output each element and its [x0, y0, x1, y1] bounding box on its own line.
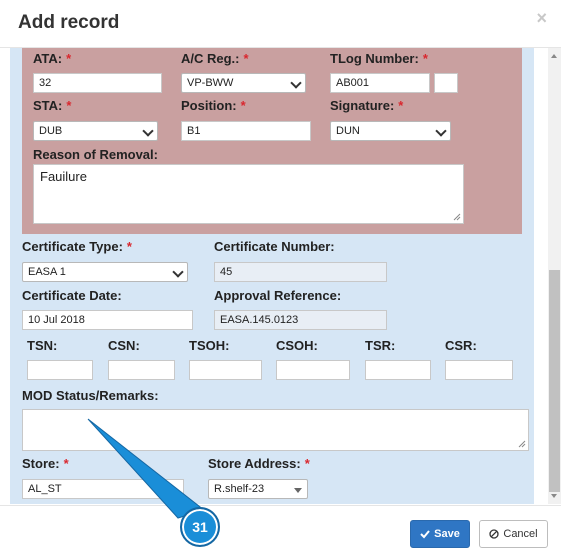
csoh-label: CSOH: — [276, 338, 318, 353]
csn-label: CSN: — [108, 338, 140, 353]
dialog-body: ATA: * 32 A/C Reg.: * VP-BWW TLog Number: *… — [0, 48, 548, 504]
tsr-input[interactable] — [365, 360, 431, 380]
check-icon — [420, 530, 430, 539]
certificate-number-label: Certificate Number: — [214, 239, 335, 254]
position-label: Position: * — [181, 98, 246, 113]
tsn-label: TSN: — [27, 338, 58, 353]
certificate-type-label: Certificate Type: * — [22, 239, 132, 254]
reason-label: Reason of Removal: — [33, 147, 158, 162]
ata-label: ATA: * — [33, 51, 72, 66]
chevron-down-icon — [142, 125, 154, 137]
reason-textarea[interactable]: Fauilure — [33, 164, 464, 224]
resize-grip-icon[interactable] — [518, 440, 526, 448]
scroll-up-icon[interactable] — [551, 54, 557, 58]
csn-input[interactable] — [108, 360, 175, 380]
sta-select[interactable]: DUB — [33, 121, 158, 141]
tsoh-input[interactable] — [189, 360, 262, 380]
step-badge: 31 — [180, 507, 220, 547]
chevron-down-icon — [172, 266, 184, 278]
mod-status-label: MOD Status/Remarks: — [22, 388, 159, 403]
dialog-title: Add record — [18, 12, 120, 33]
tlog-suffix-input[interactable] — [434, 73, 458, 93]
store-address-label: Store Address: * — [208, 456, 310, 471]
store-label: Store: * — [22, 456, 69, 471]
scroll-down-icon[interactable] — [551, 494, 557, 498]
csoh-input[interactable] — [276, 360, 350, 380]
certificate-date-label: Certificate Date: — [22, 288, 122, 303]
chevron-down-icon — [435, 125, 447, 137]
tsn-input[interactable] — [27, 360, 93, 380]
cancel-label: Cancel — [503, 528, 538, 540]
store-input[interactable]: AL_ST — [22, 479, 184, 499]
approval-reference-label: Approval Reference: — [214, 288, 342, 303]
signature-label: Signature: * — [330, 98, 404, 113]
save-button[interactable]: Save — [410, 520, 470, 548]
certificate-type-select[interactable]: EASA 1 — [22, 262, 188, 282]
reason-text: Fauilure — [40, 169, 87, 184]
signature-select[interactable]: DUN — [330, 121, 451, 141]
add-record-dialog: Add record × ATA: * 32 A/C Reg.: * VP-BWW … — [0, 0, 561, 559]
certificate-number-input[interactable]: 45 — [214, 262, 387, 282]
vertical-scrollbar[interactable] — [548, 48, 561, 504]
store-address-select[interactable]: R.shelf-23 — [208, 479, 308, 499]
ac-reg-label: A/C Reg.: * — [181, 51, 249, 66]
approval-reference-input[interactable]: EASA.145.0123 — [214, 310, 387, 330]
save-label: Save — [434, 528, 460, 540]
certificate-date-input[interactable]: 10 Jul 2018 — [22, 310, 193, 330]
ac-reg-select[interactable]: VP-BWW — [181, 73, 306, 93]
mod-status-textarea[interactable] — [22, 409, 529, 451]
tlog-number-input[interactable]: AB001 — [330, 73, 430, 93]
dialog-footer: Save Cancel — [0, 505, 561, 559]
cancel-button[interactable]: Cancel — [479, 520, 548, 548]
tlog-number-label: TLog Number: * — [330, 51, 428, 66]
csr-input[interactable] — [445, 360, 513, 380]
scrollbar-thumb[interactable] — [549, 270, 560, 492]
sta-label: STA: * — [33, 98, 72, 113]
csr-label: CSR: — [445, 338, 477, 353]
chevron-down-icon — [290, 77, 302, 89]
ata-input[interactable]: 32 — [33, 73, 162, 93]
tsr-label: TSR: — [365, 338, 396, 353]
close-icon[interactable]: × — [536, 8, 547, 29]
tsoh-label: TSOH: — [189, 338, 230, 353]
resize-grip-icon[interactable] — [453, 213, 461, 221]
dialog-header: Add record × — [0, 0, 561, 48]
position-input[interactable]: B1 — [181, 121, 311, 141]
caret-down-icon — [294, 488, 302, 493]
ban-icon — [489, 529, 500, 539]
